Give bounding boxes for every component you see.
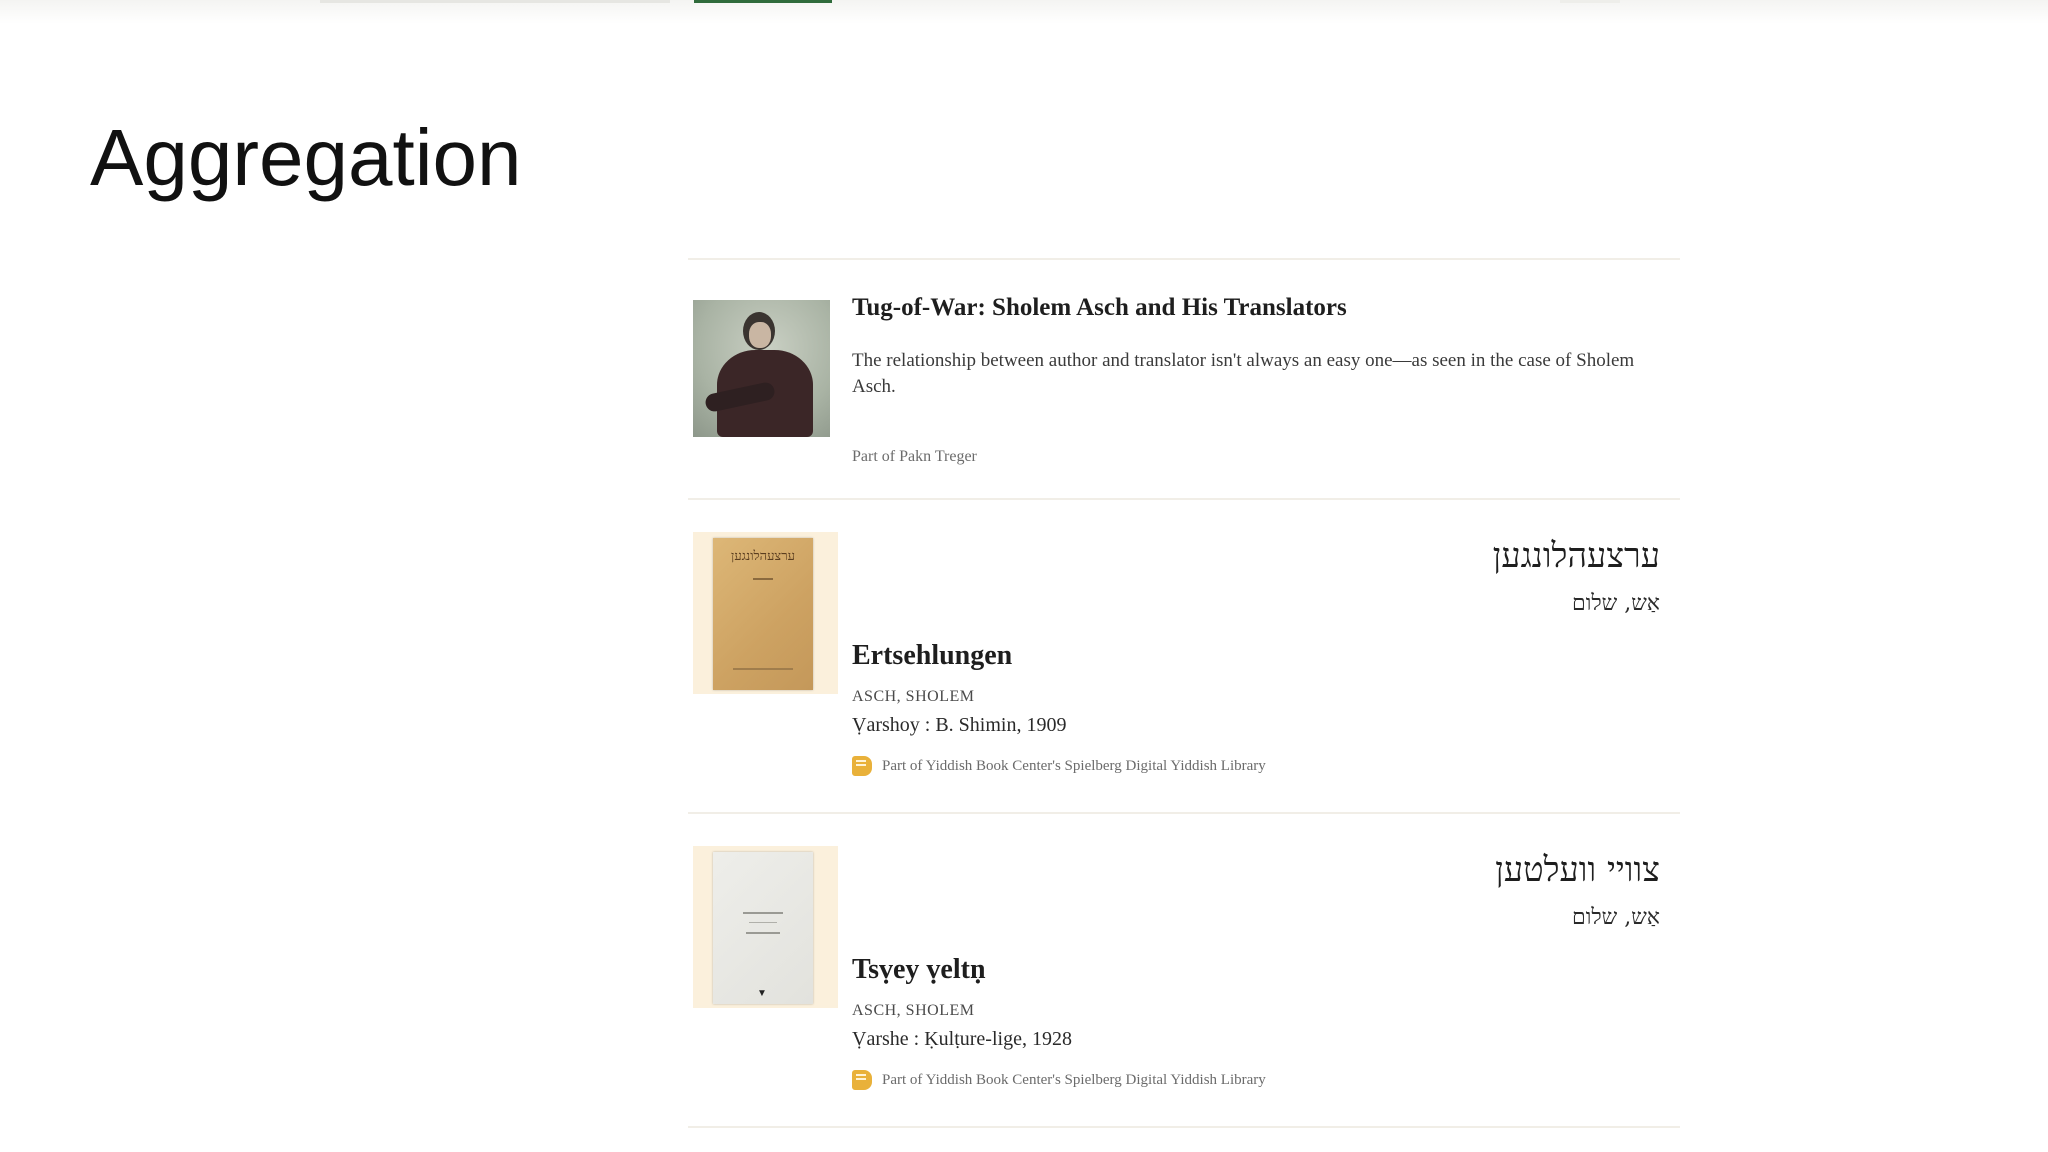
strip-fragment [694, 0, 832, 3]
cover-title: ערצעהלונגען [731, 548, 795, 563]
collection-label: Part of Yiddish Book Center's Spielberg … [882, 757, 1266, 774]
strip-fragment [1560, 0, 1620, 3]
book-cover-thumbnail[interactable]: ערצעהלונגען [693, 532, 838, 694]
slide-title: Aggregation [90, 113, 522, 202]
book-result[interactable]: ערצעהלונגען ערצעהלונגען אַש, שלום Ertseh… [688, 500, 1680, 812]
article-result[interactable]: Tug-of-War: Sholem Asch and His Translat… [688, 260, 1680, 498]
previous-slide-strip [0, 0, 2048, 24]
article-description: The relationship between author and tran… [852, 350, 1635, 397]
book-imprint: Ṿarshoy : B. Shimin, 1909 [852, 714, 1067, 736]
book-icon [852, 1070, 872, 1090]
yiddish-title[interactable]: ערצעהלונגען [1493, 536, 1660, 576]
search-results-list: Tug-of-War: Sholem Asch and His Translat… [688, 258, 1680, 1128]
book-icon [852, 756, 872, 776]
article-source[interactable]: Part of Pakn Treger [852, 448, 977, 466]
article-thumbnail[interactable] [693, 300, 830, 437]
book-result[interactable]: ▼ צוויי וועלטען אַש, שלום Tsṿey ṿeltṇ AS… [688, 814, 1680, 1126]
collection-link[interactable]: Part of Yiddish Book Center's Spielberg … [852, 1070, 1266, 1090]
book-imprint: Ṿarshe : Ḳulṭure-lige, 1928 [852, 1028, 1072, 1050]
book-title-link[interactable]: Tsṿey ṿeltṇ [852, 954, 986, 986]
collection-label: Part of Yiddish Book Center's Spielberg … [882, 1071, 1266, 1088]
book-author: ASCH, SHOLEM [852, 1002, 975, 1019]
yiddish-author: אַש, שלום [1572, 905, 1660, 930]
article-title-link[interactable]: Tug-of-War: Sholem Asch and His Translat… [852, 294, 1347, 322]
divider [688, 1126, 1680, 1128]
collection-link[interactable]: Part of Yiddish Book Center's Spielberg … [852, 756, 1266, 776]
book-title-link[interactable]: Ertsehlungen [852, 640, 1012, 672]
yiddish-title[interactable]: צוויי וועלטען [1495, 850, 1660, 890]
yiddish-author: אַש, שלום [1572, 591, 1660, 616]
book-author: ASCH, SHOLEM [852, 688, 975, 705]
strip-fragment [320, 0, 670, 3]
book-cover-thumbnail[interactable]: ▼ [693, 846, 838, 1008]
